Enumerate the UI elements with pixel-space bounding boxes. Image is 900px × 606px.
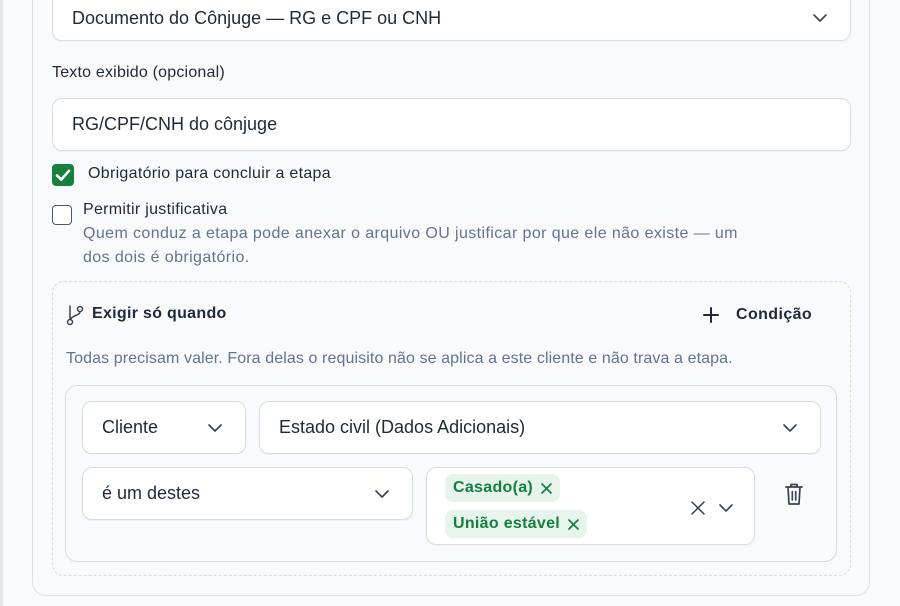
field-select[interactable]: Estado civil (Dados Adicionais) — [259, 401, 821, 454]
check-icon — [55, 169, 71, 181]
justification-checkbox-label: Permitir justificativa — [83, 201, 228, 218]
chevron-down-icon — [782, 420, 798, 436]
justification-hint-line2: dos dois é obrigatório. — [83, 249, 250, 266]
plus-icon — [700, 304, 722, 326]
display-text-input[interactable]: RG/CPF/CNH do cônjuge — [52, 98, 851, 151]
git-branch-icon — [65, 304, 85, 326]
chevron-down-icon[interactable] — [716, 498, 736, 518]
remove-tag-icon[interactable] — [541, 482, 552, 494]
field-select-value: Estado civil (Dados Adicionais) — [279, 417, 526, 437]
value-tag: Casado(a) — [445, 474, 561, 502]
display-text-label: Texto exibido (opcional) — [52, 64, 225, 81]
display-text-value: RG/CPF/CNH do cônjuge — [72, 114, 278, 134]
chevron-down-icon — [812, 10, 828, 26]
required-checkbox[interactable] — [52, 164, 74, 186]
entity-select[interactable]: Cliente — [82, 401, 246, 454]
value-tag: União estável — [445, 510, 588, 538]
conditions-title: Exigir só quando — [92, 305, 227, 322]
value-tag-label: Casado(a) — [453, 479, 534, 496]
document-select-value: Documento do Cônjuge — RG e CPF ou CNH — [72, 7, 442, 28]
chevron-down-icon — [374, 486, 390, 502]
operator-select-value: é um destes — [102, 483, 201, 503]
clear-all-icon[interactable] — [688, 498, 708, 518]
conditions-description: Todas precisam valer. Fora delas o requi… — [66, 350, 733, 367]
required-checkbox-label: Obrigatório para concluir a etapa — [88, 165, 331, 182]
document-select[interactable]: Documento do Cônjuge — RG e CPF ou CNH — [52, 0, 851, 41]
add-condition-label: Condição — [736, 306, 813, 323]
entity-select-value: Cliente — [102, 417, 159, 437]
operator-select[interactable]: é um destes — [82, 467, 413, 520]
justification-hint-line1: Quem conduz a etapa pode anexar o arquiv… — [83, 225, 738, 242]
left-rail — [0, 0, 3, 606]
justification-checkbox[interactable] — [52, 205, 72, 225]
chevron-down-icon — [207, 420, 223, 436]
trash-icon[interactable] — [782, 481, 806, 507]
remove-tag-icon[interactable] — [568, 518, 579, 530]
value-tag-label: União estável — [453, 515, 561, 532]
add-condition-button[interactable]: Condição — [700, 302, 822, 328]
